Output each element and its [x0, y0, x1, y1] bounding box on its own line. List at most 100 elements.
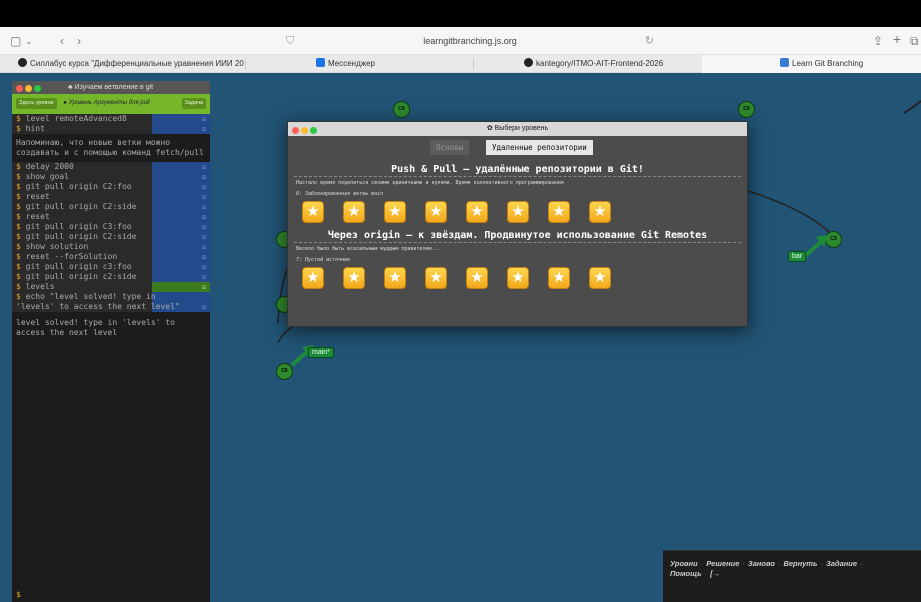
terminal-title: Изучаем ветвление в git: [74, 84, 154, 91]
level-star-button[interactable]: ★: [384, 267, 406, 289]
history-command: $ git pull origin c2:side ☑: [12, 272, 210, 282]
command-bar: Уровни · Решение · Заново · Вернуть · Задание · По…: [663, 550, 921, 602]
level-star-button[interactable]: ★: [343, 201, 365, 223]
check-icon: ☑: [201, 233, 206, 241]
tab-learn-git-branching[interactable]: Learn Git Branching: [702, 55, 921, 73]
history-command: $ level remoteAdvanced8 ☑: [12, 114, 210, 124]
tab-label: Мессенджер: [328, 59, 375, 68]
maximize-window-icon[interactable]: [310, 127, 317, 134]
undo-link[interactable]: Вернуть: [783, 559, 817, 568]
level-star-button[interactable]: ★: [302, 267, 324, 289]
branch-main[interactable]: main*: [308, 347, 334, 358]
section-title: Push & Pull – удалённые репозитории в Gi…: [294, 163, 741, 177]
level-star-button[interactable]: ★: [343, 267, 365, 289]
forward-icon[interactable]: ›: [77, 33, 81, 49]
check-icon: ☑: [201, 213, 206, 221]
level-star-button[interactable]: ★: [507, 267, 529, 289]
browser-toolbar: ▢ ⌄ ‹ › ⛉ learngitbranching.js.org ↻ ⇪ +…: [0, 27, 921, 55]
section-description: Весело было быть всесильным мудрым прави…: [296, 246, 441, 252]
check-icon: ☑: [201, 263, 206, 271]
tab-divider: [473, 58, 474, 70]
reload-icon[interactable]: ↻: [645, 31, 654, 51]
level-star-button[interactable]: ★: [589, 201, 611, 223]
check-icon: ☑: [201, 193, 206, 201]
solution-link[interactable]: Решение: [706, 559, 739, 568]
echo-output: level solved! type in 'levels' to access…: [16, 318, 175, 337]
git-visualization-canvas: C0 C0 C6 C3 main* bar ♣ Изучаем ветвлени…: [0, 73, 921, 602]
gear-icon: ✿: [486, 125, 495, 132]
levels-link[interactable]: Уровни: [670, 559, 698, 568]
commit-node[interactable]: C0: [738, 101, 755, 118]
chevron-down-icon[interactable]: ⌄: [25, 33, 33, 49]
screen-top-bar: [0, 0, 921, 27]
history-command: $ git pull origin C2:side ☑: [12, 232, 210, 242]
minimize-window-icon[interactable]: [301, 127, 308, 134]
tab-github-repo[interactable]: kantegory/ITMO-AIT-Frontend-2026: [522, 55, 702, 73]
section-title: Через origin – к звёздам. Продвинутое ис…: [294, 229, 741, 243]
history-command: $ levels ☑: [12, 282, 210, 292]
level-star-button[interactable]: ★: [302, 201, 324, 223]
share-icon[interactable]: ⇪: [873, 33, 883, 49]
terminal-panel: ♣ Изучаем ветвление в git Здесь уровни ▸…: [12, 81, 210, 602]
tab-basic[interactable]: Основы: [430, 140, 470, 155]
level-name: Аргументы для pull: [93, 100, 150, 106]
modal-title-bar: ✿ Выбери уровень: [288, 122, 747, 136]
history-command: $ hint ☑: [12, 124, 210, 134]
tab-label: Силлабус курса "Дифференциальные уравнен…: [30, 59, 244, 68]
section-subtitle: 7: Пустой источник: [296, 257, 351, 263]
level-star-button[interactable]: ★: [589, 267, 611, 289]
level-star-button[interactable]: ★: [466, 267, 488, 289]
level-star-button[interactable]: ★: [507, 201, 529, 223]
history-command: $ reset --forSolution ☑: [12, 252, 210, 262]
minimize-window-icon[interactable]: [25, 85, 32, 92]
close-window-icon[interactable]: [292, 127, 299, 134]
level-star-button[interactable]: ★: [425, 267, 447, 289]
modal-tab-bar: Основы Удаленные репозитории: [288, 136, 747, 155]
github-icon: [18, 58, 27, 67]
level-star-button[interactable]: ★: [466, 201, 488, 223]
level-prefix: Уровень: [68, 100, 92, 106]
browser-tab-bar: Силлабус курса "Дифференциальные уравнен…: [0, 55, 921, 73]
objective-link[interactable]: Задание: [826, 559, 857, 568]
tab-syllabus[interactable]: Силлабус курса "Дифференциальные уравнен…: [16, 55, 244, 73]
github-icon: [524, 58, 533, 67]
exit-icon[interactable]: [→: [710, 569, 720, 578]
address-bar[interactable]: ⛉ learngitbranching.js.org ↻: [280, 31, 660, 51]
branch-bar[interactable]: bar: [788, 251, 807, 262]
check-icon: ☑: [201, 223, 206, 231]
tab-messenger[interactable]: Мессенджер: [314, 55, 464, 73]
new-tab-icon[interactable]: +: [893, 31, 901, 47]
task-button[interactable]: Задача: [181, 98, 206, 109]
commit-node[interactable]: C0: [393, 101, 410, 118]
history-command: $ git pull origin C3:foo ☑: [12, 222, 210, 232]
level-star-button[interactable]: ★: [425, 201, 447, 223]
level-star-button[interactable]: ★: [548, 267, 570, 289]
level-toolbar: Здесь уровни ▸ Уровень Аргументы для pul…: [12, 94, 210, 114]
check-icon: ☑: [201, 303, 206, 311]
check-icon: ☑: [201, 173, 206, 181]
close-window-icon[interactable]: [16, 85, 23, 92]
reset-link[interactable]: Заново: [748, 559, 775, 568]
level-star-button[interactable]: ★: [548, 201, 570, 223]
sidebar-icon[interactable]: ▢: [10, 33, 21, 49]
back-icon[interactable]: ‹: [60, 33, 64, 49]
history-command: $ reset ☑: [12, 212, 210, 222]
commit-edge: [903, 100, 921, 114]
command-history: $ delay 2000 ☑ $ show goal ☑ $ git pull or…: [12, 162, 210, 312]
history-command: $ show solution ☑: [12, 242, 210, 252]
maximize-window-icon[interactable]: [34, 85, 41, 92]
level-star-button[interactable]: ★: [384, 201, 406, 223]
tab-remote[interactable]: Удаленные репозитории: [486, 140, 593, 155]
tab-overview-icon[interactable]: ⧉: [910, 33, 919, 49]
address-bar-url: learngitbranching.js.org: [423, 36, 517, 46]
check-icon: ☑: [201, 115, 206, 123]
all-levels-button[interactable]: Здесь уровни: [16, 98, 57, 109]
command-links: Уровни · Решение · Заново · Вернуть · Задание · По…: [670, 559, 863, 578]
help-link[interactable]: Помощь: [670, 569, 702, 578]
command-prompt[interactable]: $: [16, 590, 21, 599]
level-row-remote-advanced: ★ ★ ★ ★ ★ ★ ★ ★: [288, 265, 747, 293]
section-subtitle: 8: Заблокированная ветвь main: [296, 191, 384, 197]
history-command: $ git pull origin c3:foo ☑: [12, 262, 210, 272]
level-chooser-modal: ✿ Выбери уровень Основы Удаленные репози…: [287, 121, 748, 327]
